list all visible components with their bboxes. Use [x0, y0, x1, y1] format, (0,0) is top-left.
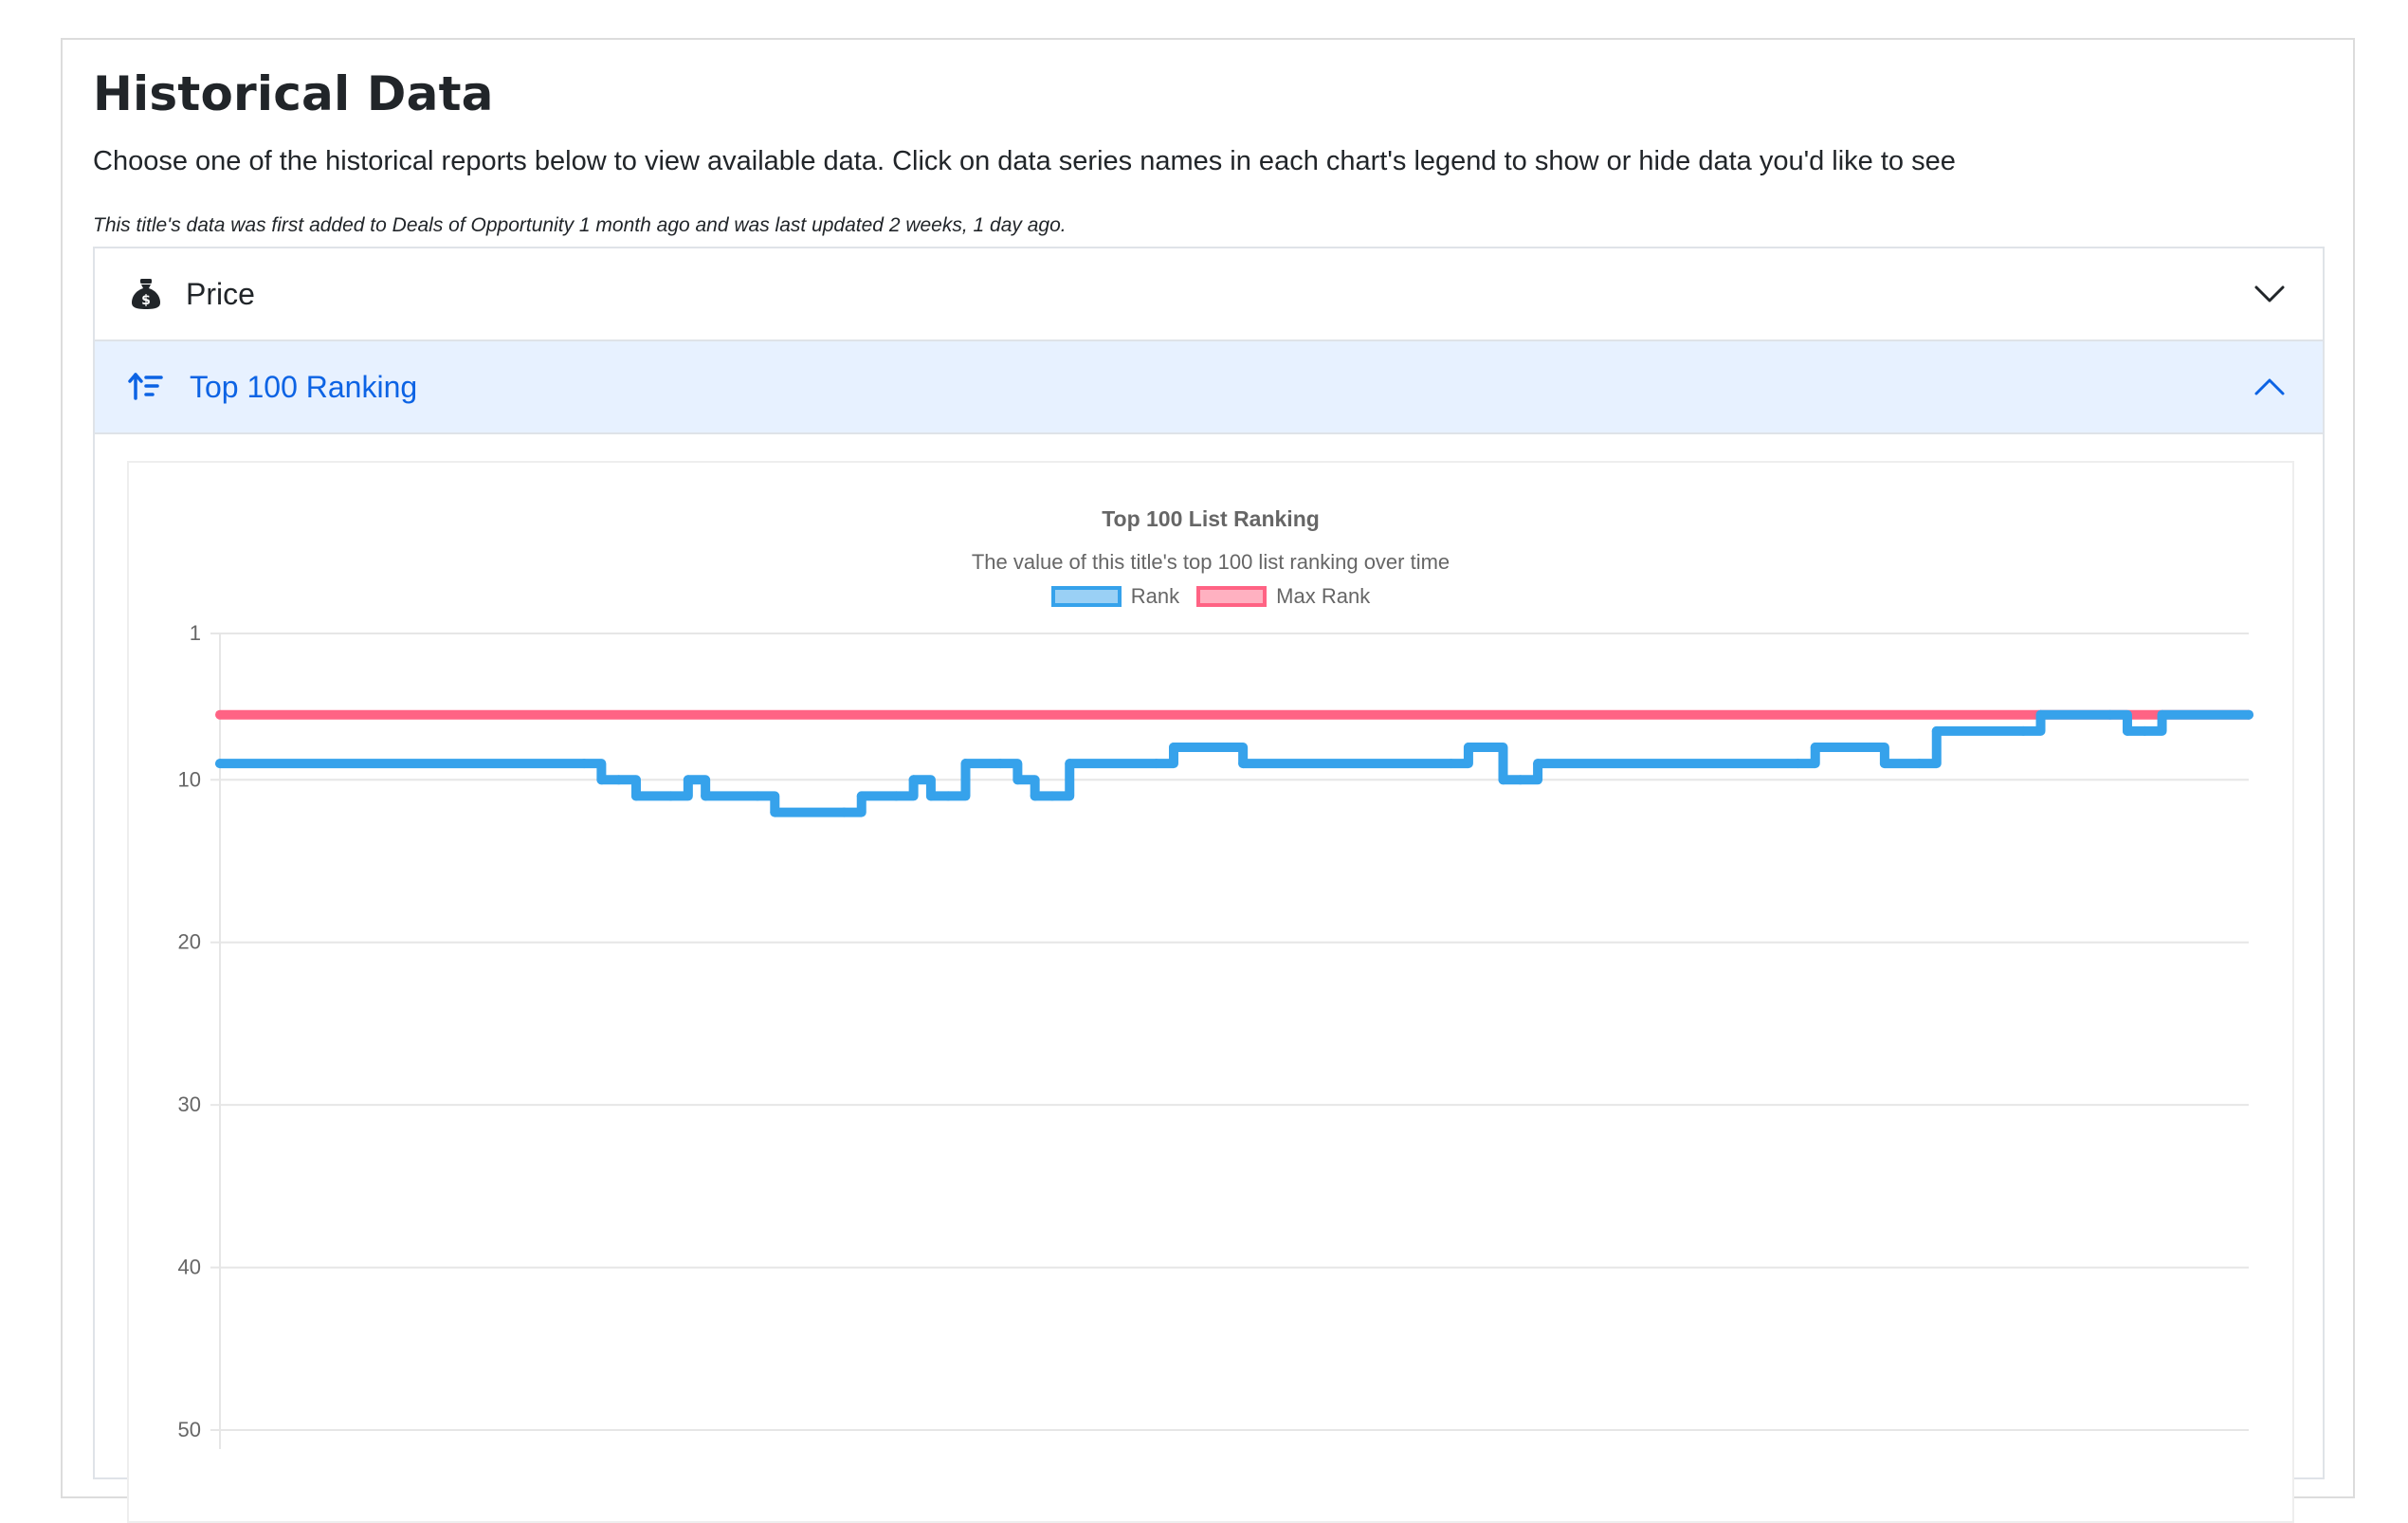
- sort-ascending-icon: [127, 368, 165, 406]
- data-point-rank: [753, 791, 763, 801]
- data-point-rank: [215, 759, 225, 769]
- historical-data-card: Historical Data Choose one of the histor…: [61, 38, 2355, 1523]
- chevron-up-icon[interactable]: [2251, 368, 2289, 406]
- data-point-rank: [1793, 759, 1803, 769]
- top-100-ranking-accordion-header[interactable]: Top 100 Ranking: [95, 341, 2323, 434]
- legend-swatch-max-rank: [1196, 586, 1268, 607]
- data-point-rank: [856, 791, 867, 801]
- legend-swatch-rank: [1050, 586, 1122, 607]
- data-point-rank: [2035, 709, 2046, 720]
- data-freshness-note: This title's data was first added to Dea…: [93, 214, 1067, 236]
- data-point-rank: [2244, 709, 2253, 720]
- data-point-rank: [1463, 743, 1473, 752]
- chevron-down-icon[interactable]: [2251, 275, 2289, 313]
- data-point-rank: [1931, 725, 1942, 736]
- y-tick-label: 1: [190, 621, 201, 645]
- svg-text:$: $: [141, 293, 151, 308]
- data-point-rank: [596, 775, 607, 785]
- data-point-rank: [1914, 759, 1925, 769]
- data-point-rank: [683, 775, 693, 785]
- data-point-rank: [2122, 725, 2132, 736]
- data-point-rank: [891, 791, 902, 801]
- chart-title: Top 100 List Ranking: [1102, 506, 1320, 531]
- data-point-rank: [1047, 791, 1057, 801]
- data-point-rank: [1168, 743, 1178, 752]
- data-point-rank: [2157, 709, 2167, 720]
- price-accordion-header[interactable]: $ Price: [95, 248, 2323, 341]
- y-tick-label: 50: [178, 1418, 201, 1441]
- data-point-rank: [770, 807, 780, 817]
- data-point-rank: [1065, 759, 1075, 769]
- data-point-rank: [1481, 743, 1491, 752]
- data-point-rank: [1862, 743, 1872, 752]
- legend-item-rank[interactable]: Rank: [1050, 584, 1180, 609]
- data-point-rank: [943, 791, 954, 801]
- legend-item-max-rank[interactable]: Max Rank: [1196, 584, 1370, 609]
- page-title: Historical Data: [93, 66, 494, 121]
- data-point-rank: [630, 791, 641, 801]
- data-point-rank: [1515, 775, 1525, 785]
- data-point-rank: [2105, 709, 2115, 720]
- data-point-rank: [1879, 759, 1889, 769]
- data-point-rank: [1151, 759, 1161, 769]
- y-tick-label: 20: [178, 930, 201, 954]
- ranking-chart: 1 10 20 30 40 50: [178, 621, 2253, 1449]
- data-point-rank: [666, 791, 676, 801]
- data-point-rank: [995, 759, 1006, 769]
- data-point-rank: [839, 807, 849, 817]
- data-point-rank: [1810, 743, 1820, 752]
- data-point-rank: [1012, 775, 1023, 785]
- ranking-chart-panel: 1 10 20 30 40 50 Top 100 List Ranking The val…: [127, 461, 2294, 1523]
- y-tick-label: 40: [178, 1256, 201, 1279]
- chart-subtitle: The value of this title's top 100 list r…: [971, 550, 1450, 574]
- intro-text: Choose one of the historical reports bel…: [93, 146, 1956, 176]
- data-point-rank: [2018, 725, 2029, 736]
- data-point-rank: [613, 775, 624, 785]
- data-point-rank: [2140, 725, 2150, 736]
- ranking-accordion-label: Top 100 Ranking: [190, 369, 418, 404]
- legend-label-max-rank: Max Rank: [1276, 584, 1371, 608]
- price-accordion-label: Price: [186, 276, 255, 311]
- data-point-rank: [1498, 775, 1508, 785]
- data-point-rank: [1238, 759, 1249, 769]
- data-point-rank: [960, 759, 971, 769]
- data-point-rank: [1030, 791, 1040, 801]
- y-tick-label: 10: [178, 767, 201, 791]
- data-point-rank: [701, 791, 711, 801]
- data-point-rank: [908, 775, 919, 785]
- reports-accordion: $ Price Top 100 Ranking 1 10 20 30 40 50…: [93, 247, 2325, 1523]
- series-line-rank: [215, 709, 2253, 817]
- data-point-rank: [1533, 759, 1543, 769]
- chart-legend: Rank Max Rank: [129, 584, 2292, 609]
- y-tick-label: 30: [178, 1092, 201, 1116]
- data-point-rank: [1446, 759, 1456, 769]
- data-point-rank: [925, 791, 936, 801]
- legend-label-rank: Rank: [1130, 584, 1180, 608]
- money-bag-icon: $: [127, 275, 165, 313]
- data-point-rank: [579, 759, 590, 769]
- data-point-rank: [1220, 743, 1231, 752]
